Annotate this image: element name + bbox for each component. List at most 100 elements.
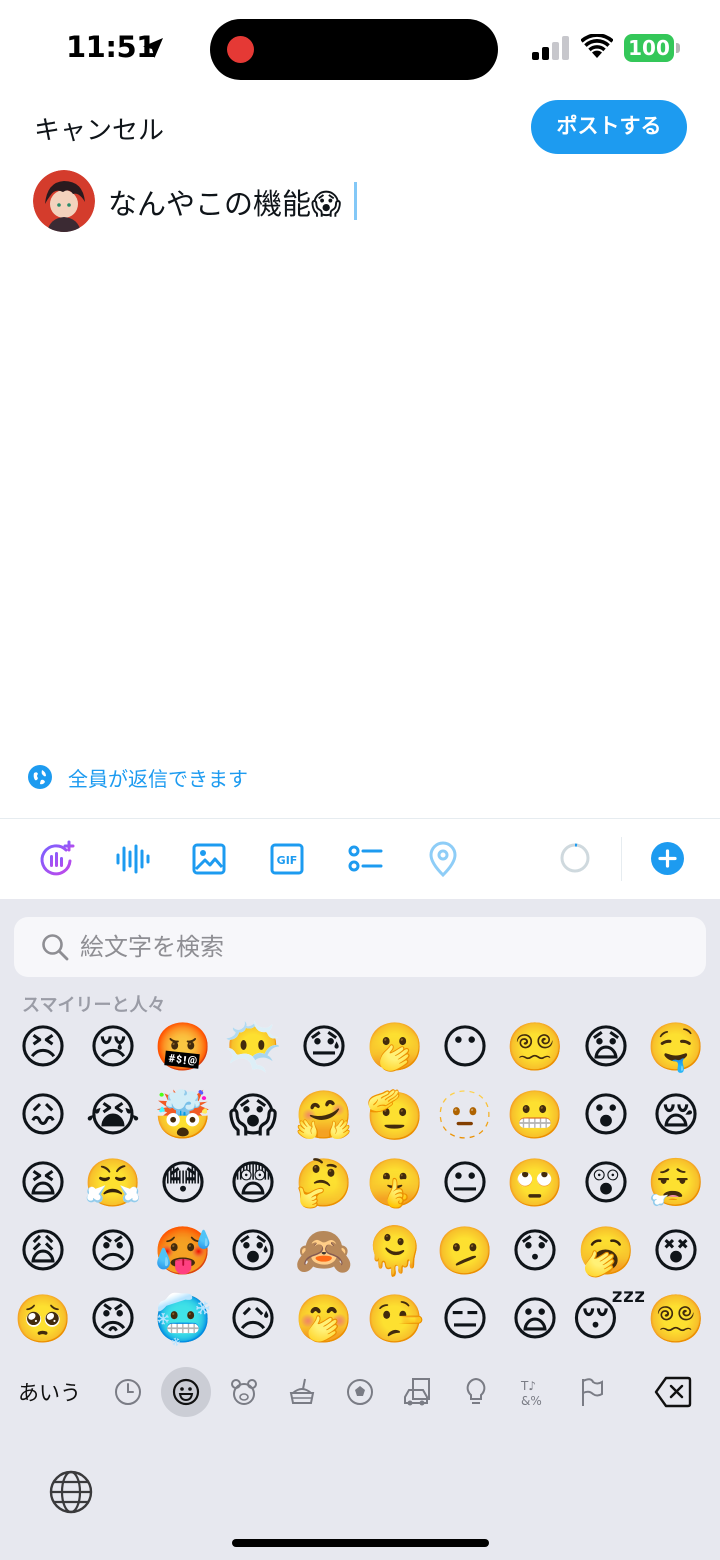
- emoji-key[interactable]: 🥵: [148, 1219, 218, 1285]
- battery-icon: 100: [624, 34, 680, 62]
- emoji-key[interactable]: 🙈: [289, 1219, 359, 1285]
- emoji-key[interactable]: 😪: [641, 1083, 711, 1149]
- recent-icon[interactable]: [111, 1375, 145, 1409]
- emoji-key[interactable]: 😠: [78, 1219, 148, 1285]
- emoji-key[interactable]: 😓: [289, 1015, 359, 1081]
- recording-indicator: [227, 36, 254, 63]
- globe-icon: [28, 765, 52, 789]
- cellular-signal-icon: [532, 36, 569, 60]
- svg-text:&%: &%: [521, 1394, 542, 1408]
- gif-icon[interactable]: GIF: [267, 839, 307, 879]
- emoji-key[interactable]: 😫: [8, 1151, 78, 1217]
- compose-toolbar: GIF: [0, 819, 720, 899]
- emoji-category-title: スマイリーと人々: [22, 995, 166, 1016]
- emoji-key[interactable]: 😨: [218, 1151, 288, 1217]
- activity-icon[interactable]: [343, 1375, 377, 1409]
- grok-icon[interactable]: [36, 839, 76, 879]
- emoji-key[interactable]: 😢: [78, 1015, 148, 1081]
- keyboard-category-bar: あいう T♪ &%: [0, 1365, 720, 1421]
- emoji-key[interactable]: 😩: [8, 1219, 78, 1285]
- search-icon: [42, 934, 69, 961]
- emoji-key[interactable]: 😧: [571, 1015, 641, 1081]
- emoji-key[interactable]: 🫤: [430, 1219, 500, 1285]
- home-indicator: [232, 1539, 489, 1547]
- toolbar-separator: [621, 837, 622, 881]
- reply-setting-label: 全員が返信できます: [68, 766, 248, 791]
- emoji-key[interactable]: 🫢: [360, 1015, 430, 1081]
- status-bar: 11:51 100: [0, 0, 720, 100]
- emoji-key[interactable]: 😑: [430, 1287, 500, 1353]
- emoji-search-input[interactable]: [80, 917, 680, 977]
- objects-icon[interactable]: [459, 1375, 493, 1409]
- emoji-key[interactable]: 😵‍💫: [500, 1015, 570, 1081]
- emoji-key[interactable]: 😥: [218, 1287, 288, 1353]
- emoji-key[interactable]: 🥺: [8, 1287, 78, 1353]
- add-post-icon[interactable]: [651, 842, 684, 875]
- emoji-key[interactable]: 🤬: [148, 1015, 218, 1081]
- avatar[interactable]: [33, 170, 95, 232]
- emoji-key[interactable]: 🤤: [641, 1015, 711, 1081]
- globe-key-icon[interactable]: [48, 1469, 94, 1515]
- emoji-search-box[interactable]: [14, 917, 706, 977]
- emoji-key[interactable]: 😐: [430, 1151, 500, 1217]
- dynamic-island: [210, 19, 498, 80]
- cancel-button[interactable]: キャンセル: [34, 110, 164, 147]
- reply-setting-button[interactable]: 全員が返信できます: [28, 763, 248, 791]
- emoji-key[interactable]: 😤: [78, 1151, 148, 1217]
- post-button[interactable]: ポストする: [531, 100, 687, 154]
- svg-text:GIF: GIF: [277, 854, 298, 867]
- emoji-key[interactable]: 😣: [8, 1015, 78, 1081]
- emoji-key[interactable]: 😭: [78, 1083, 148, 1149]
- emoji-grid: 😣 😢 🤬 😶‍🌫️ 😓 🫢 😶 😵‍💫 😧 🤤 😖 😭 🤯 😱 🤗 🫡 🫥 😬 😮 😪 😫 😤 😳 😨 🤔 🤫 😐 🙄 😲 😮‍💨 😩 😠 🥵…: [0, 1015, 720, 1355]
- emoji-key[interactable]: 🤭: [289, 1287, 359, 1353]
- emoji-key[interactable]: 😱: [218, 1083, 288, 1149]
- location-icon[interactable]: [423, 839, 463, 879]
- emoji-key[interactable]: 😶‍🌫️: [218, 1015, 288, 1081]
- emoji-key[interactable]: 🤫: [360, 1151, 430, 1217]
- image-icon[interactable]: [189, 839, 229, 879]
- emoji-keyboard: スマイリーと人々 😣😢🤬😶‍🌫️😓🫢😶😵‍💫😧🤤😖😭🤯😱🤗🫡🫥😬😮😪😫😤😳😨🤔🤫…: [0, 899, 720, 1560]
- delete-key-icon[interactable]: [654, 1375, 692, 1409]
- emoji-key[interactable]: 😮‍💨: [641, 1151, 711, 1217]
- input-mode-key[interactable]: あいう: [18, 1377, 81, 1407]
- emoji-key[interactable]: 🙄: [500, 1151, 570, 1217]
- character-counter: [560, 843, 590, 873]
- battery-cap: [676, 43, 680, 53]
- emoji-key[interactable]: 🤔: [289, 1151, 359, 1217]
- emoji-key[interactable]: 😵: [641, 1219, 711, 1285]
- emoji-key[interactable]: 🫥: [430, 1083, 500, 1149]
- emoji-key[interactable]: 😲: [571, 1151, 641, 1217]
- emoji-key[interactable]: 🤗: [289, 1083, 359, 1149]
- emoji-key[interactable]: 🥱: [571, 1219, 641, 1285]
- travel-icon[interactable]: [401, 1375, 435, 1409]
- emoji-key[interactable]: 🫠: [360, 1219, 430, 1285]
- battery-level: 100: [624, 34, 674, 62]
- emoji-key[interactable]: 😮: [571, 1083, 641, 1149]
- food-icon[interactable]: [285, 1375, 319, 1409]
- emoji-key[interactable]: 🤥: [360, 1287, 430, 1353]
- smileys-icon[interactable]: [169, 1375, 203, 1409]
- emoji-key[interactable]: 😵‍💫: [641, 1287, 711, 1353]
- flags-icon[interactable]: [575, 1375, 609, 1409]
- emoji-key[interactable]: 😖: [8, 1083, 78, 1149]
- emoji-key[interactable]: 😦: [500, 1287, 570, 1353]
- emoji-key[interactable]: 😯: [500, 1219, 570, 1285]
- symbols-icon[interactable]: T♪ &%: [517, 1375, 551, 1409]
- text-caret: [354, 182, 357, 220]
- emoji-key[interactable]: 😰: [218, 1219, 288, 1285]
- emoji-key[interactable]: 😳: [148, 1151, 218, 1217]
- emoji-key[interactable]: 🥶: [148, 1287, 218, 1353]
- location-arrow-icon: [143, 38, 163, 58]
- emoji-key[interactable]: 😴: [571, 1287, 646, 1353]
- emoji-key[interactable]: 😶: [430, 1015, 500, 1081]
- svg-text:T♪: T♪: [520, 1379, 536, 1393]
- wifi-icon: [581, 34, 613, 58]
- poll-icon[interactable]: [345, 839, 385, 879]
- emoji-key[interactable]: 😬: [500, 1083, 570, 1149]
- voice-icon[interactable]: [111, 839, 151, 879]
- animals-icon[interactable]: [227, 1375, 261, 1409]
- emoji-key[interactable]: 🤯: [148, 1083, 218, 1149]
- emoji-key[interactable]: 🫡: [360, 1083, 430, 1149]
- emoji-key[interactable]: 😡: [78, 1287, 148, 1353]
- compose-text-input[interactable]: なんやこの機能😱: [108, 181, 341, 223]
